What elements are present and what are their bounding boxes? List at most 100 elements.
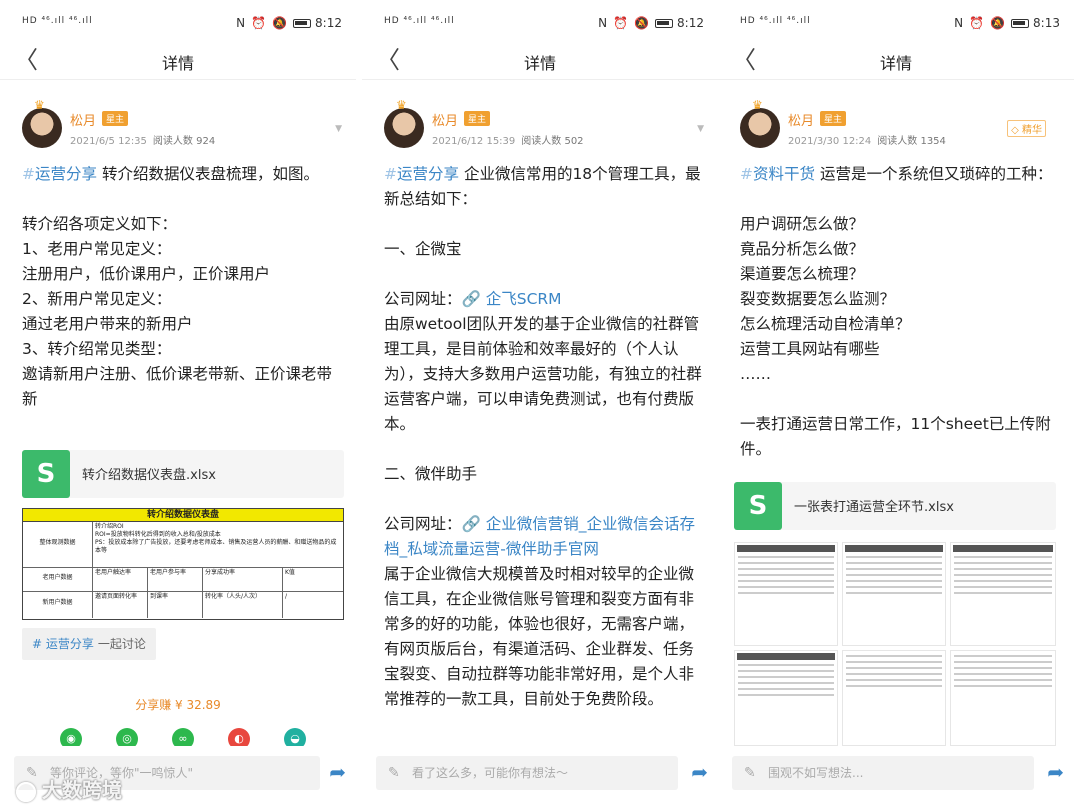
- crown-icon: ♛: [752, 98, 763, 112]
- share-icon[interactable]: ➦: [329, 762, 346, 782]
- owner-badge: 星主: [464, 111, 491, 126]
- comment-bar: ✎ 看了这么多，可能你有想法～ ➦: [362, 746, 718, 810]
- question-line: ……: [740, 365, 771, 383]
- post-intro: 运营是一个系统但又琐碎的工种：: [815, 165, 1053, 183]
- read-count: 阅读人数 1354: [877, 136, 946, 147]
- file-attachment[interactable]: S 转介绍数据仪表盘.xlsx: [22, 450, 344, 498]
- nav-bar: 〈 详情: [0, 44, 356, 80]
- status-bar: HD ⁴⁶.ıll ⁴⁶.ıll N ⏰ 🔕 8:13: [718, 12, 1074, 38]
- sheet-row: 新用户数据 邀请页面转化率 到课率 转化率（人头/人次） /: [23, 592, 343, 618]
- page-title: 详情: [879, 54, 912, 73]
- signal-icon: HD ⁴⁶.ıll ⁴⁶.ıll: [740, 16, 811, 26]
- author-header: ♛ 松月 星主 2021/3/30 12:24 阅读人数 1354 ◇ 精华: [740, 98, 1060, 152]
- post-line: 转介绍各项定义如下：: [22, 215, 178, 233]
- comment-placeholder: 围观不如写想法...: [768, 766, 864, 780]
- post-line: 2、新用户常见定义：: [22, 290, 172, 308]
- watermark: 大数跨境: [16, 774, 122, 803]
- topic-action: 一起讨论: [97, 637, 146, 651]
- site-label: 公司网址：: [384, 515, 462, 533]
- post-panel-3: HD ⁴⁶.ıll ⁴⁶.ıll N ⏰ 🔕 8:13 〈 详情 ♛ 松月 星主 20…: [718, 0, 1074, 810]
- question-line: 运营工具网站有哪些: [740, 340, 880, 358]
- alarm-icon: ⏰: [969, 16, 985, 30]
- signal-icon: HD ⁴⁶.ıll ⁴⁶.ıll: [384, 16, 455, 26]
- question-line: 竟品分析怎么做？: [740, 240, 865, 258]
- link-icon: 🔗: [461, 515, 486, 533]
- author-name[interactable]: 松月: [70, 110, 96, 129]
- post-line: 邀请新用户注册、低价课老带新、正价课老带新: [22, 365, 333, 408]
- crown-icon: ♛: [34, 98, 45, 112]
- share-icon[interactable]: ➦: [1047, 762, 1064, 782]
- owner-badge: 星主: [102, 111, 129, 126]
- post-content: #运营分享 转介绍数据仪表盘梳理，如图。 转介绍各项定义如下： 1、老用户常见定…: [22, 162, 342, 412]
- clock: 8:13: [1033, 16, 1060, 30]
- chevron-down-icon[interactable]: ▼: [697, 124, 704, 134]
- company-link[interactable]: 企飞SCRM: [486, 290, 562, 308]
- nfc-icon: N: [598, 16, 608, 30]
- topic-chip[interactable]: # 运营分享 一起讨论: [22, 628, 156, 660]
- nfc-icon: N: [954, 16, 964, 30]
- chevron-down-icon[interactable]: ▼: [335, 124, 342, 134]
- avatar[interactable]: [384, 108, 424, 148]
- status-bar: HD ⁴⁶.ıll ⁴⁶.ıll N ⏰ 🔕 8:12: [362, 12, 718, 38]
- question-line: 怎么梳理活动自检清单？: [740, 315, 911, 333]
- crown-icon: ♛: [396, 98, 407, 112]
- read-count: 阅读人数 502: [521, 136, 584, 147]
- topic-name: 运营分享: [45, 637, 94, 651]
- essence-badge: ◇ 精华: [1007, 120, 1046, 137]
- post-tag[interactable]: #运营分享: [384, 165, 459, 183]
- page-title: 详情: [523, 54, 556, 73]
- section-heading: 二、微伴助手: [384, 465, 478, 483]
- comment-input[interactable]: ✎ 看了这么多，可能你有想法～: [376, 756, 678, 790]
- sheet-row: 整体观测数据 转介绍ROI ROI=投放物料转化后得到的收入总和/投放成本 PS…: [23, 522, 343, 568]
- share-earn-label[interactable]: 分享赚 ¥ 32.89: [0, 696, 356, 713]
- post-intro: 转介绍数据仪表盘梳理，如图。: [97, 165, 319, 183]
- file-name: 一张表打通运营全环节.xlsx: [794, 500, 954, 515]
- author-header: ♛ 松月 星主 2021/6/5 12:35 阅读人数 924 ▼: [22, 98, 342, 152]
- alarm-icon: ⏰: [613, 16, 629, 30]
- watermark-logo-icon: [16, 781, 36, 802]
- clock: 8:12: [315, 16, 342, 30]
- file-attachment[interactable]: S 一张表打通运营全环节.xlsx: [734, 482, 1056, 530]
- post-line: 通过老用户带来的新用户: [22, 315, 193, 333]
- sheet-thumbnail: [734, 650, 838, 746]
- post-date: 2021/6/12 15:39: [432, 136, 516, 147]
- post-line: 注册用户，低价课用户，正价课用户: [22, 265, 271, 283]
- post-panel-1: HD ⁴⁶.ıll ⁴⁶.ıll N ⏰ 🔕 8:12 〈 详情 ♛ 松月 星主 20…: [0, 0, 356, 810]
- spreadsheet-preview[interactable]: 转介绍数据仪表盘 整体观测数据 转介绍ROI ROI=投放物料转化后得到的收入总…: [22, 508, 344, 620]
- author-name[interactable]: 松月: [432, 110, 458, 129]
- spreadsheet-icon: S: [734, 482, 782, 530]
- spreadsheet-icon: S: [22, 450, 70, 498]
- post-summary: 一表打通运营日常工作，11个sheet已上传附件。: [740, 415, 1051, 458]
- battery-icon: [655, 19, 674, 28]
- page-title: 详情: [161, 54, 194, 73]
- nav-bar: 〈 详情: [718, 44, 1074, 80]
- site-label: 公司网址：: [384, 290, 462, 308]
- sheet-thumbnails[interactable]: [734, 536, 1058, 746]
- sheet-thumbnail: [950, 542, 1056, 646]
- sheet-thumbnail: [950, 650, 1056, 746]
- battery-icon: [293, 19, 312, 28]
- post-panel-2: HD ⁴⁶.ıll ⁴⁶.ıll N ⏰ 🔕 8:12 〈 详情 ♛ 松月 星主 20…: [362, 0, 718, 810]
- post-content: #资料干货 运营是一个系统但又琐碎的工种： 用户调研怎么做？ 竟品分析怎么做？ …: [740, 162, 1060, 462]
- hash-icon: #: [32, 637, 43, 651]
- post-content: #运营分享 企业微信常用的18个管理工具，最新总结如下： 一、企微宝 公司网址：…: [384, 162, 704, 712]
- mute-icon: 🔕: [990, 16, 1006, 30]
- sheet-title: 转介绍数据仪表盘: [23, 509, 343, 522]
- sheet-thumbnail: [842, 542, 946, 646]
- question-line: 渠道要怎么梳理？: [740, 265, 865, 283]
- comment-input[interactable]: ✎ 围观不如写想法...: [732, 756, 1034, 790]
- post-line: 3、转介绍常见类型：: [22, 340, 172, 358]
- owner-badge: 星主: [820, 111, 847, 126]
- sheet-row: 老用户数据 老用户触达率 老用户参与率 分享成功率 K值: [23, 568, 343, 592]
- avatar[interactable]: [740, 108, 780, 148]
- alarm-icon: ⏰: [251, 16, 267, 30]
- sheet-thumbnail: [734, 542, 838, 646]
- author-name[interactable]: 松月: [788, 110, 814, 129]
- post-tag[interactable]: #资料干货: [740, 165, 815, 183]
- pencil-icon: ✎: [388, 765, 400, 781]
- share-icon[interactable]: ➦: [691, 762, 708, 782]
- avatar[interactable]: [22, 108, 62, 148]
- clock: 8:12: [677, 16, 704, 30]
- post-tag[interactable]: #运营分享: [22, 165, 97, 183]
- nfc-icon: N: [236, 16, 246, 30]
